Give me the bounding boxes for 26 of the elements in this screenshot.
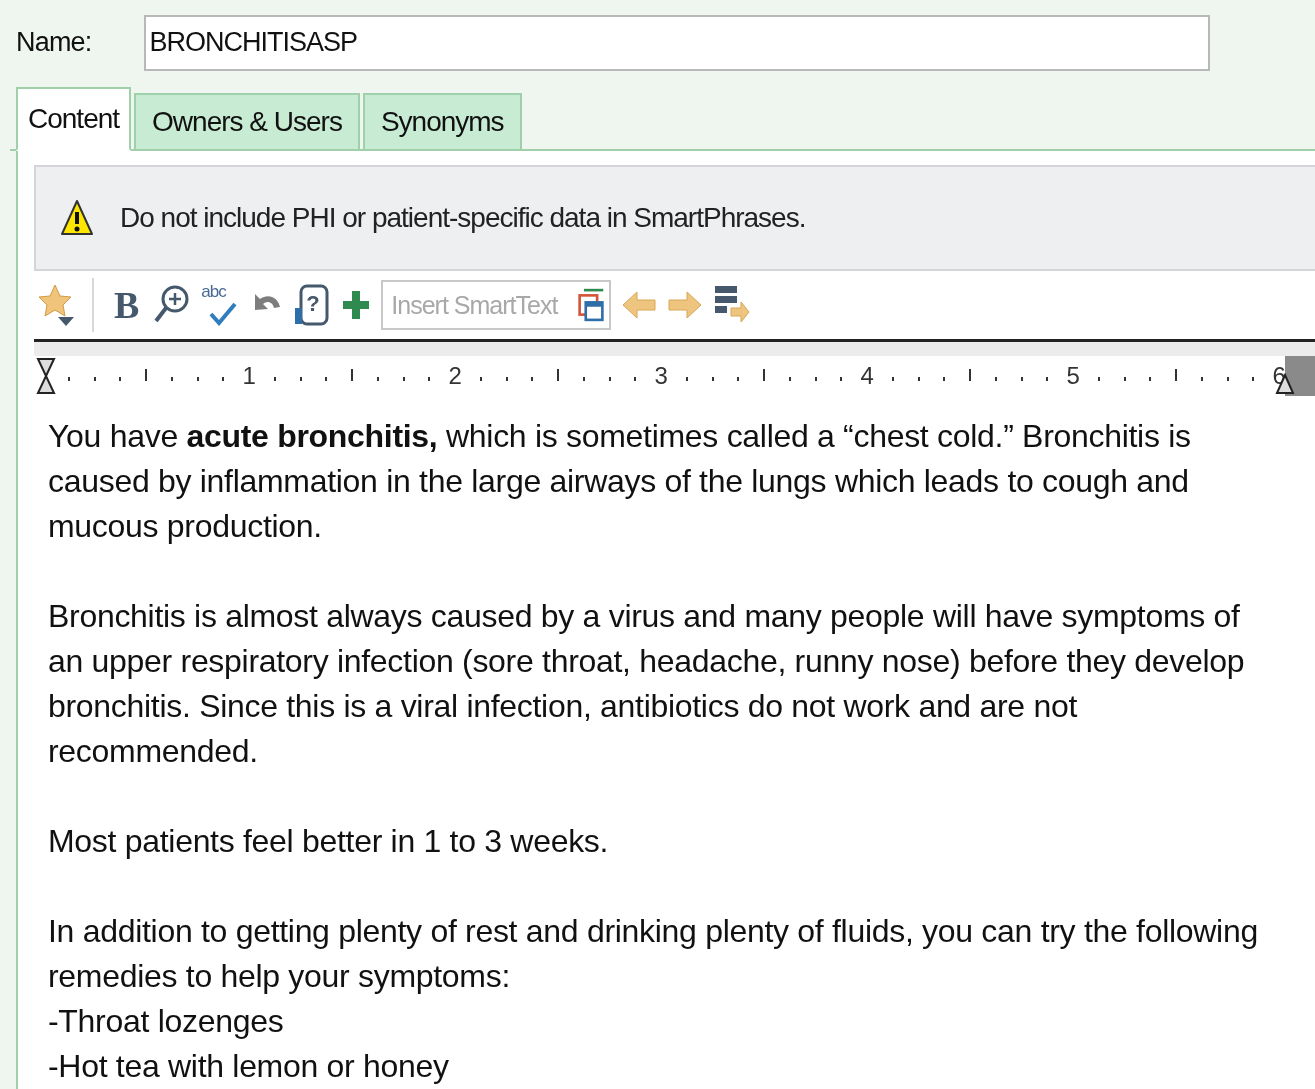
- ruler-number: 4: [860, 362, 874, 389]
- name-field[interactable]: BRONCHITISASP: [143, 14, 1210, 71]
- add-icon[interactable]: [341, 288, 372, 322]
- ruler-number: 1: [242, 362, 256, 389]
- favorite-menu-button[interactable]: [38, 283, 76, 327]
- ruler-number: 3: [654, 362, 668, 389]
- check-icon: [209, 302, 238, 326]
- name-label: Name:: [16, 27, 92, 58]
- tab[interactable]: Content: [16, 87, 132, 151]
- warning-icon: [60, 199, 94, 237]
- ruler-margin: [1285, 356, 1315, 396]
- insert-smarttext-field[interactable]: Insert SmartText: [381, 280, 612, 330]
- bold-button[interactable]: B: [110, 283, 144, 327]
- indent-marker-icon[interactable]: [36, 357, 56, 395]
- document-text: Most patients feel better in 1 to 3 weeks.: [48, 822, 610, 861]
- document-text: You have acute bronchitis, which is sometimes called a “chest cold.” Bronchitis is caused by inflammation in the large airways of the lungs which leads to cough and mucous production.: [48, 417, 1192, 546]
- document-text: -Hot tea with lemon or honey: [48, 1047, 450, 1086]
- warning-text: Do not include PHI or patient-specific data in SmartPhrases.: [120, 202, 806, 234]
- spell-check-button[interactable]: abc: [201, 282, 240, 328]
- ruler-number: 5: [1066, 362, 1080, 389]
- tab[interactable]: Owners & Users: [134, 93, 360, 149]
- ruler-number: 2: [448, 362, 462, 389]
- tab[interactable]: Synonyms: [362, 93, 522, 149]
- document-text: In addition to getting plenty of rest and drinking plenty of fluids, you can try the following remedies to help your symptoms:: [48, 912, 1259, 996]
- document-text: Bronchitis is almost always caused by a virus and many people will have symptoms of an upper respiratory infection (sore throat, headache, runny nose) before they develop bronchitis. Since this is a viral infection, antibiotics do not work and are not recommended.: [48, 597, 1246, 771]
- document-text: -Throat lozenges: [48, 1002, 285, 1041]
